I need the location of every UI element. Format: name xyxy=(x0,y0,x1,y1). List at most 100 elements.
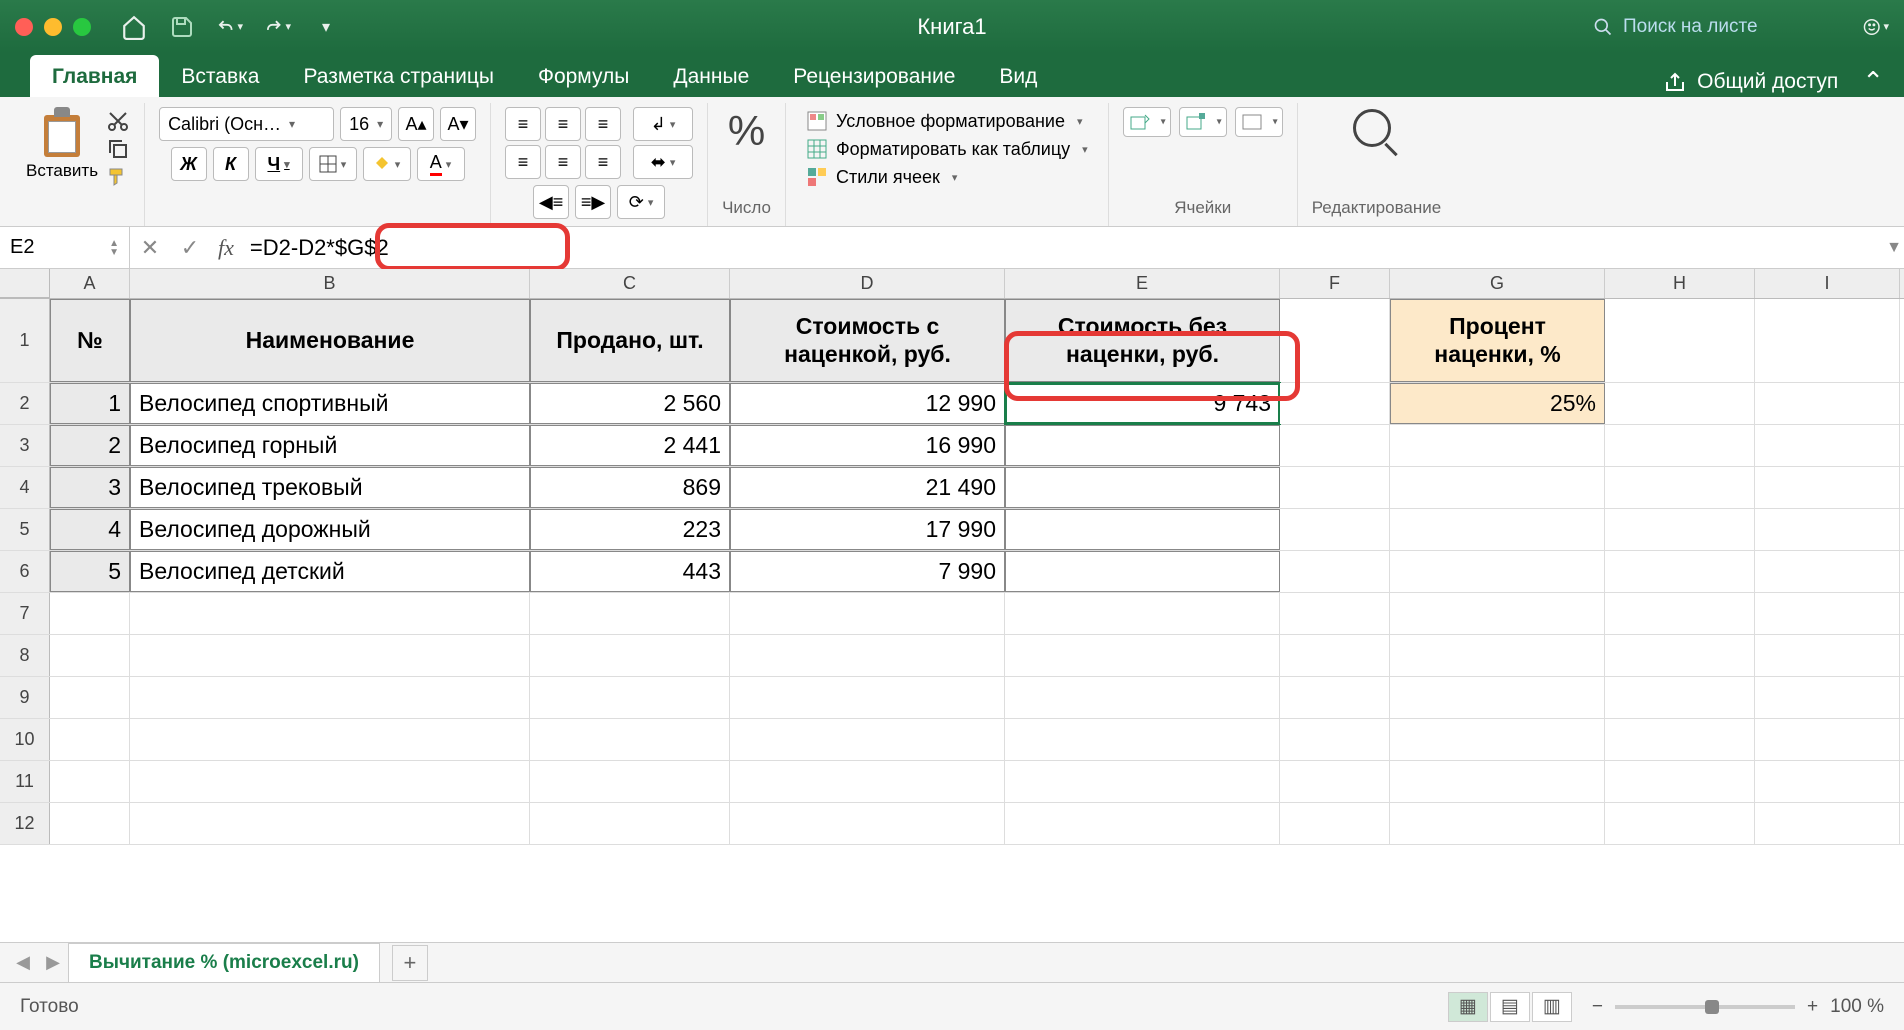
cell[interactable] xyxy=(1605,761,1755,802)
cell-sold[interactable]: 223 xyxy=(530,509,730,550)
cell[interactable] xyxy=(730,677,1005,718)
row-header[interactable]: 7 xyxy=(0,593,50,634)
cell[interactable] xyxy=(1755,425,1900,466)
cut-icon[interactable] xyxy=(106,109,130,133)
cell-name[interactable]: Велосипед горный xyxy=(130,425,530,466)
row-header[interactable]: 11 xyxy=(0,761,50,802)
tab-insert[interactable]: Вставка xyxy=(159,55,281,97)
cell[interactable] xyxy=(50,719,130,760)
cell-styles-button[interactable]: Стили ячеек xyxy=(800,163,963,191)
header-price-markup[interactable]: Стоимость с наценкой, руб. xyxy=(730,299,1005,382)
delete-cells-button[interactable] xyxy=(1179,107,1227,137)
col-header-D[interactable]: D xyxy=(730,269,1005,298)
cell[interactable] xyxy=(1390,719,1605,760)
formula-input[interactable]: =D2-D2*$G$2 xyxy=(242,235,1884,261)
cell[interactable] xyxy=(1605,551,1755,592)
cell-noprice[interactable] xyxy=(1005,467,1280,508)
cell-price[interactable]: 17 990 xyxy=(730,509,1005,550)
cell[interactable] xyxy=(1605,635,1755,676)
header-price-nomarkup[interactable]: Стоимость без наценки, руб. xyxy=(1005,299,1280,382)
cell[interactable] xyxy=(1755,383,1900,424)
cell-markup-pct[interactable]: 25% xyxy=(1390,383,1605,424)
underline-button[interactable]: Ч xyxy=(255,147,303,181)
col-header-B[interactable]: B xyxy=(130,269,530,298)
cell-price[interactable]: 21 490 xyxy=(730,467,1005,508)
cell[interactable] xyxy=(1005,677,1280,718)
row-header[interactable]: 10 xyxy=(0,719,50,760)
search-box[interactable] xyxy=(1593,16,1843,38)
col-header-A[interactable]: A xyxy=(50,269,130,298)
cell[interactable] xyxy=(730,635,1005,676)
cell[interactable] xyxy=(530,803,730,844)
row-header[interactable]: 1 xyxy=(0,299,50,382)
tab-page-layout[interactable]: Разметка страницы xyxy=(281,55,516,97)
cell[interactable] xyxy=(130,593,530,634)
cell[interactable] xyxy=(130,677,530,718)
cell[interactable] xyxy=(1390,761,1605,802)
feedback-icon[interactable]: ▾ xyxy=(1863,14,1889,40)
cell[interactable] xyxy=(1605,593,1755,634)
cell-number[interactable]: 1 xyxy=(50,383,130,424)
increase-indent-icon[interactable]: ≡▶ xyxy=(575,185,611,219)
copy-icon[interactable] xyxy=(106,137,130,161)
cell-name[interactable]: Велосипед дорожный xyxy=(130,509,530,550)
cell[interactable] xyxy=(1605,425,1755,466)
cell[interactable] xyxy=(530,635,730,676)
cell[interactable] xyxy=(1755,509,1900,550)
cell[interactable] xyxy=(1390,593,1605,634)
cell[interactable] xyxy=(1280,551,1390,592)
align-bottom-icon[interactable]: ≡ xyxy=(585,107,621,141)
cell[interactable] xyxy=(1755,467,1900,508)
cell[interactable] xyxy=(1755,719,1900,760)
cell[interactable] xyxy=(530,719,730,760)
select-all-corner[interactable] xyxy=(0,269,50,298)
cell[interactable] xyxy=(730,593,1005,634)
cell[interactable] xyxy=(50,677,130,718)
align-right-icon[interactable]: ≡ xyxy=(585,145,621,179)
decrease-indent-icon[interactable]: ◀≡ xyxy=(533,185,569,219)
cell-number[interactable]: 2 xyxy=(50,425,130,466)
col-header-I[interactable]: I xyxy=(1755,269,1900,298)
align-top-icon[interactable]: ≡ xyxy=(505,107,541,141)
view-page-layout-icon[interactable]: ▤ xyxy=(1490,992,1530,1022)
add-sheet-button[interactable]: + xyxy=(392,945,428,981)
collapse-ribbon-icon[interactable]: ⌃ xyxy=(1862,66,1884,97)
view-normal-icon[interactable]: ▦ xyxy=(1448,992,1488,1022)
maximize-icon[interactable] xyxy=(73,18,91,36)
col-header-H[interactable]: H xyxy=(1605,269,1755,298)
cell-number[interactable]: 5 xyxy=(50,551,130,592)
fx-icon[interactable]: fx xyxy=(218,235,234,261)
cell-noprice[interactable] xyxy=(1005,425,1280,466)
cell-sold[interactable]: 869 xyxy=(530,467,730,508)
accept-formula-icon[interactable]: ✓ xyxy=(170,235,210,261)
tab-home[interactable]: Главная xyxy=(30,55,159,97)
cell[interactable] xyxy=(1280,761,1390,802)
percent-icon[interactable]: % xyxy=(728,107,765,155)
customize-icon[interactable]: ▾ xyxy=(313,14,339,40)
cell[interactable] xyxy=(530,677,730,718)
cell[interactable] xyxy=(50,761,130,802)
undo-icon[interactable]: ▾ xyxy=(217,14,243,40)
cell[interactable] xyxy=(1755,761,1900,802)
search-input[interactable] xyxy=(1623,16,1843,38)
insert-cells-button[interactable] xyxy=(1123,107,1171,137)
cell[interactable] xyxy=(1005,635,1280,676)
font-size-select[interactable]: 16 xyxy=(340,107,392,141)
cell-number[interactable]: 4 xyxy=(50,509,130,550)
merge-button[interactable]: ⬌ xyxy=(633,145,693,179)
cell[interactable] xyxy=(530,761,730,802)
zoom-out-button[interactable]: − xyxy=(1592,996,1603,1018)
cell[interactable] xyxy=(50,803,130,844)
format-painter-icon[interactable] xyxy=(106,165,130,189)
orientation-button[interactable]: ⟳ xyxy=(617,185,665,219)
conditional-formatting-button[interactable]: Условное форматирование xyxy=(800,107,1089,135)
save-icon[interactable] xyxy=(169,14,195,40)
expand-formula-bar-icon[interactable]: ▼ xyxy=(1884,239,1904,257)
row-header[interactable]: 9 xyxy=(0,677,50,718)
cell[interactable] xyxy=(130,635,530,676)
cell[interactable] xyxy=(730,803,1005,844)
fill-color-button[interactable] xyxy=(363,147,411,181)
redo-icon[interactable]: ▾ xyxy=(265,14,291,40)
cell[interactable] xyxy=(1605,803,1755,844)
cell[interactable] xyxy=(1605,719,1755,760)
